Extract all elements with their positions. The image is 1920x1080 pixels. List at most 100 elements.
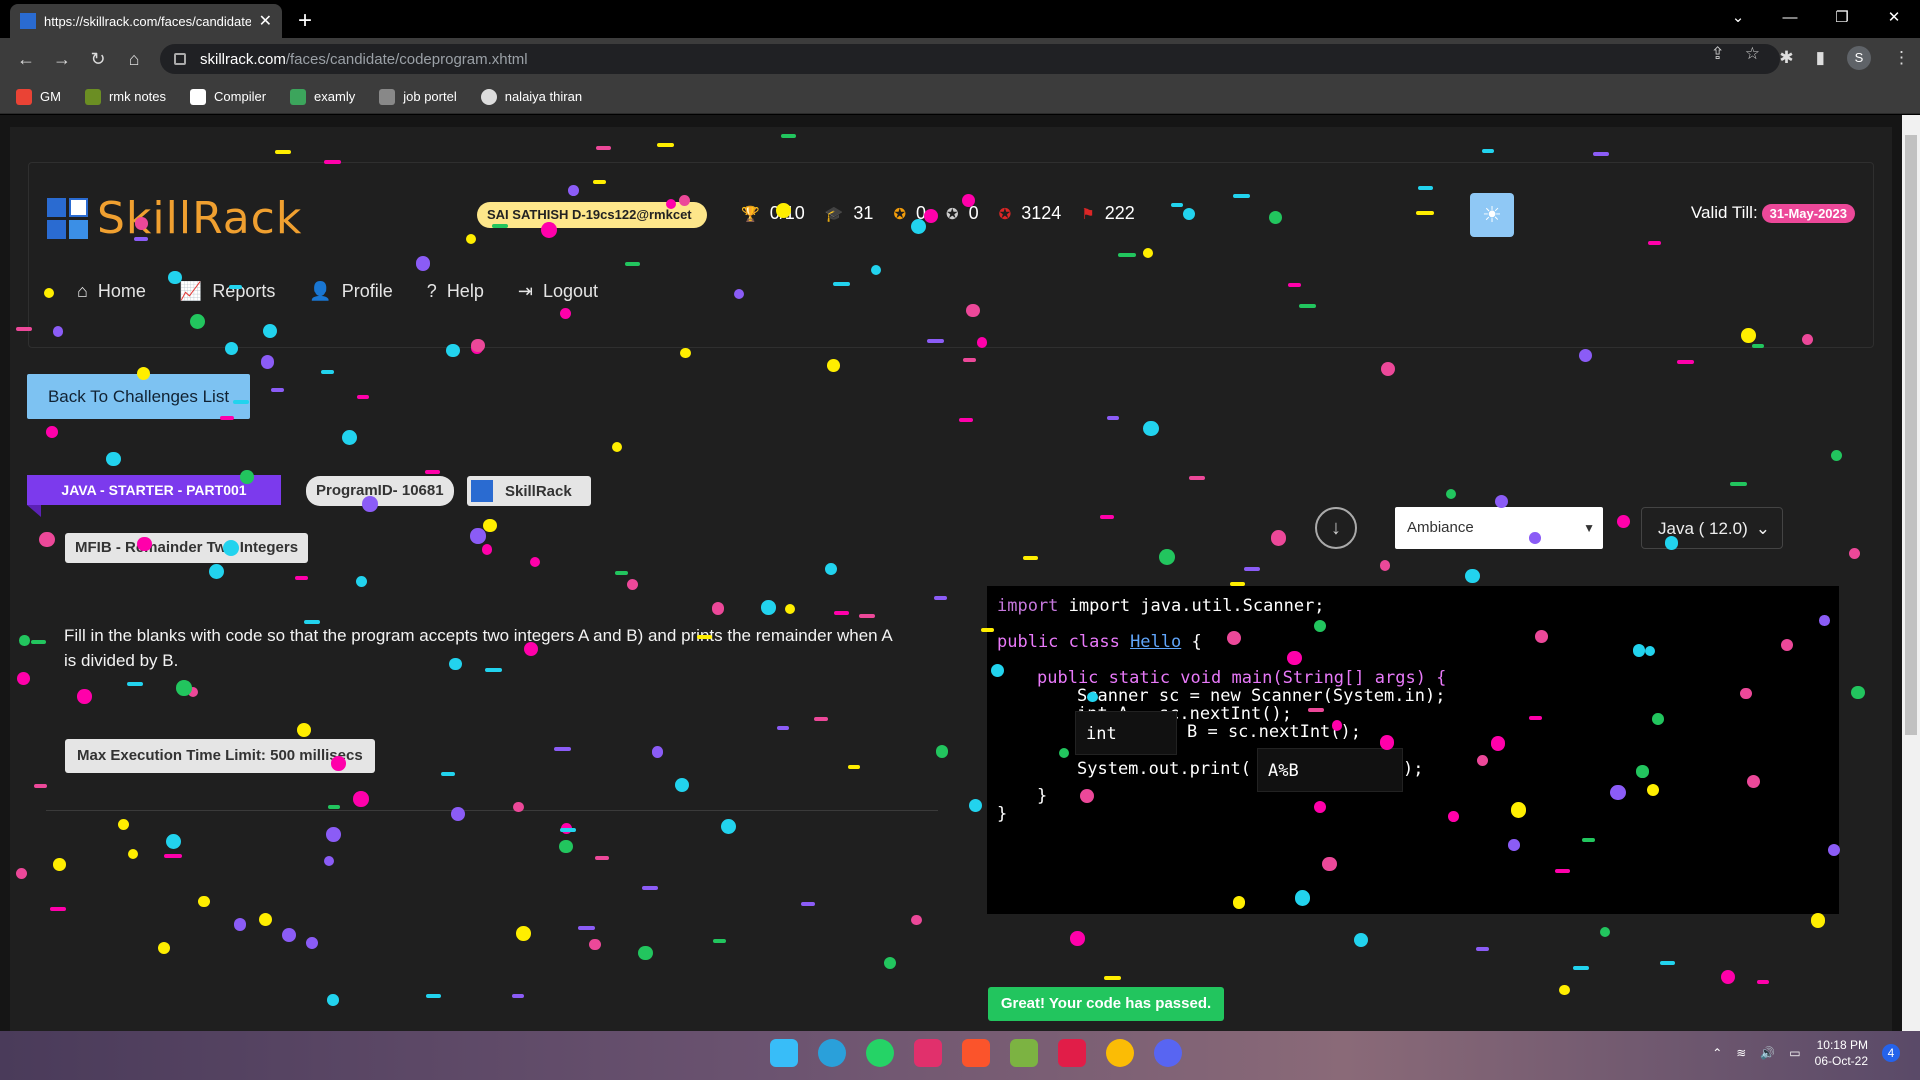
battery-icon[interactable]: ▭ — [1789, 1046, 1800, 1060]
back-nav-icon[interactable]: ← — [8, 49, 44, 70]
tab-search-icon[interactable]: ⌄ — [1712, 0, 1764, 38]
code-line-7-end: ); — [1403, 759, 1424, 779]
confetti-piece — [326, 827, 342, 843]
confetti-piece — [578, 925, 595, 930]
skillrack-logo[interactable]: SkillRack — [47, 193, 302, 244]
instagram-icon[interactable] — [914, 1039, 942, 1067]
acrobat-icon[interactable] — [1058, 1039, 1086, 1067]
confetti-piece — [935, 745, 949, 758]
back-to-challenges-button[interactable]: Back To Challenges List — [27, 374, 250, 419]
language-select[interactable]: Java ( 12.0) ⌄ — [1641, 507, 1783, 549]
utorrent-icon[interactable] — [1010, 1039, 1038, 1067]
browser-tab[interactable]: https://skillrack.com/faces/candidate ✕ — [10, 4, 282, 38]
confetti-piece — [164, 853, 183, 858]
confetti-piece — [911, 914, 923, 926]
download-icon[interactable]: ↓ — [1315, 507, 1357, 549]
confetti-piece — [1143, 420, 1159, 437]
nav-help[interactable]: ? Help — [427, 281, 484, 302]
bookmark-rmk-notes[interactable]: rmk notes — [84, 88, 166, 105]
confetti-piece — [356, 394, 369, 399]
gold-medal-icon: ✪ — [893, 205, 907, 223]
bookmark-examly[interactable]: examly — [290, 88, 355, 105]
confetti-piece — [801, 902, 815, 907]
confetti-piece — [1600, 927, 1611, 938]
tray-chevron-icon[interactable]: ⌃ — [1712, 1046, 1722, 1060]
discord-icon[interactable] — [1154, 1039, 1182, 1067]
confetti-piece — [324, 855, 335, 866]
bookmark-star-icon[interactable]: ☆ — [1745, 44, 1760, 64]
source-badge: SkillRack — [467, 476, 591, 506]
share-icon[interactable]: ⇪ — [1711, 44, 1725, 64]
confetti-piece — [15, 867, 27, 879]
stat-trophy: 🏆 0/10 — [741, 203, 805, 223]
gmail-icon — [16, 88, 32, 105]
lock-icon — [174, 53, 186, 65]
telegram-icon[interactable] — [818, 1039, 846, 1067]
restore-button[interactable]: ❐ — [1816, 0, 1868, 38]
page-scrollbar[interactable] — [1902, 115, 1920, 1031]
stat-silver: ✪ 0 — [946, 203, 979, 223]
confetti-piece — [785, 603, 796, 614]
notification-badge[interactable]: 4 — [1882, 1044, 1900, 1062]
menu-kebab-icon[interactable]: ⋮ — [1893, 48, 1910, 68]
confetti-piece — [294, 575, 308, 580]
sidebar-icon[interactable]: ▮ — [1816, 48, 1825, 68]
confetti-piece — [77, 689, 92, 704]
theme-toggle-button[interactable]: ☀ — [1470, 193, 1514, 237]
nav-reports[interactable]: 📈 Reports — [180, 281, 275, 302]
tab-close-icon[interactable]: ✕ — [259, 11, 272, 31]
whatsapp-icon[interactable] — [866, 1039, 894, 1067]
confetti-piece — [31, 639, 46, 644]
nav-home[interactable]: ⌂ Home — [77, 281, 146, 302]
confetti-piece — [165, 833, 182, 850]
confetti-piece — [1720, 969, 1735, 985]
confetti-piece — [425, 993, 442, 998]
new-tab-button[interactable]: + — [298, 7, 312, 35]
editor-theme-select[interactable]: Ambiance ▼ — [1395, 507, 1603, 549]
minimize-button[interactable]: — — [1764, 0, 1816, 38]
bookmark-nalaiya-thiran[interactable]: nalaiya thiran — [480, 88, 582, 105]
nav-logout[interactable]: ⇥ Logout — [518, 281, 598, 302]
volume-icon[interactable]: 🔊 — [1760, 1046, 1775, 1060]
confetti-piece — [425, 470, 440, 475]
scroll-thumb[interactable] — [1905, 135, 1917, 735]
close-window-button[interactable]: ✕ — [1868, 0, 1920, 38]
confetti-piece — [1616, 515, 1630, 528]
examly-icon — [290, 88, 307, 105]
confetti-piece — [962, 358, 977, 363]
confetti-piece — [188, 687, 199, 698]
confetti-piece — [595, 856, 610, 861]
user-badge: SAI SATHISH D-19cs122@rmkcet — [477, 202, 707, 228]
code-editor[interactable]: import import java.util.Scanner; public … — [987, 586, 1839, 914]
confetti-piece — [282, 927, 297, 942]
nav-profile[interactable]: 👤 Profile — [309, 281, 392, 302]
confetti-piece — [341, 429, 357, 445]
bookmark-job-portel[interactable]: job portel — [379, 88, 457, 105]
reload-icon[interactable]: ↻ — [80, 49, 116, 70]
chrome-icon[interactable] — [1106, 1039, 1134, 1067]
confetti-piece — [39, 531, 55, 548]
profile-avatar[interactable]: S — [1847, 46, 1871, 70]
windows-start-icon[interactable] — [770, 1039, 798, 1067]
blank-input-2[interactable]: A%B — [1257, 748, 1403, 792]
sun-icon: ☀ — [1482, 202, 1502, 227]
blank-input-1[interactable]: int — [1075, 711, 1177, 755]
home-browser-icon[interactable]: ⌂ — [116, 49, 152, 70]
address-bar[interactable]: skillrack.com/faces/candidate/codeprogra… — [160, 44, 1780, 74]
wifi-icon[interactable]: ≋ — [1736, 1046, 1746, 1060]
clock[interactable]: 10:18 PM 06-Oct-22 — [1815, 1037, 1868, 1069]
brave-icon[interactable] — [962, 1039, 990, 1067]
valid-till: Valid Till: 31-May-2023 — [1691, 203, 1855, 223]
confetti-piece — [712, 938, 726, 943]
help-icon: ? — [426, 281, 437, 301]
extensions-icon[interactable]: ✱ — [1779, 48, 1793, 68]
confetti-piece — [652, 746, 664, 758]
bookmark-gm[interactable]: GM — [16, 88, 61, 105]
bookmark-compiler[interactable]: Compiler — [190, 88, 266, 105]
ribbon-tail — [27, 505, 41, 517]
confetti-piece — [1579, 348, 1593, 363]
forward-nav-icon[interactable]: → — [44, 49, 80, 70]
confetti-piece — [626, 578, 639, 591]
confetti-piece — [680, 347, 692, 359]
confetti-piece — [326, 994, 339, 1007]
